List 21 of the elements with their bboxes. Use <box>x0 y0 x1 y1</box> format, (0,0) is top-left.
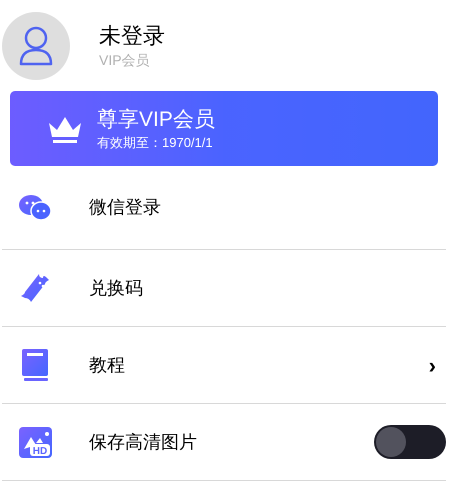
vip-expiry: 有效期至：1970/1/1 <box>97 134 214 152</box>
vip-title: 尊享VIP会员 <box>97 106 215 132</box>
chat-bubbles-icon <box>18 194 52 222</box>
menu-item[interactable]: 教程 › <box>2 327 446 404</box>
user-icon <box>19 26 53 66</box>
menu-item[interactable]: HD 保存高清图片 <box>2 404 446 481</box>
toggle-switch[interactable] <box>374 425 446 459</box>
vip-card[interactable]: 尊享VIP会员 有效期至：1970/1/1 <box>10 91 438 166</box>
ticket-icon <box>19 272 51 304</box>
book-icon <box>21 348 49 382</box>
menu-item[interactable]: 兑换码 <box>2 250 446 327</box>
menu-label: 保存高清图片 <box>89 430 197 454</box>
menu-label: 兑换码 <box>89 276 143 300</box>
menu-label: 教程 <box>89 354 125 376</box>
hd-image-icon: HD <box>18 426 52 458</box>
user-name: 未登录 <box>99 22 165 50</box>
user-subtitle: VIP会员 <box>99 50 151 70</box>
menu-item[interactable]: 微信登录 <box>2 166 446 250</box>
crown-icon <box>48 114 82 142</box>
menu-label: 微信登录 <box>89 196 161 219</box>
chevron-icon: › <box>428 348 436 382</box>
